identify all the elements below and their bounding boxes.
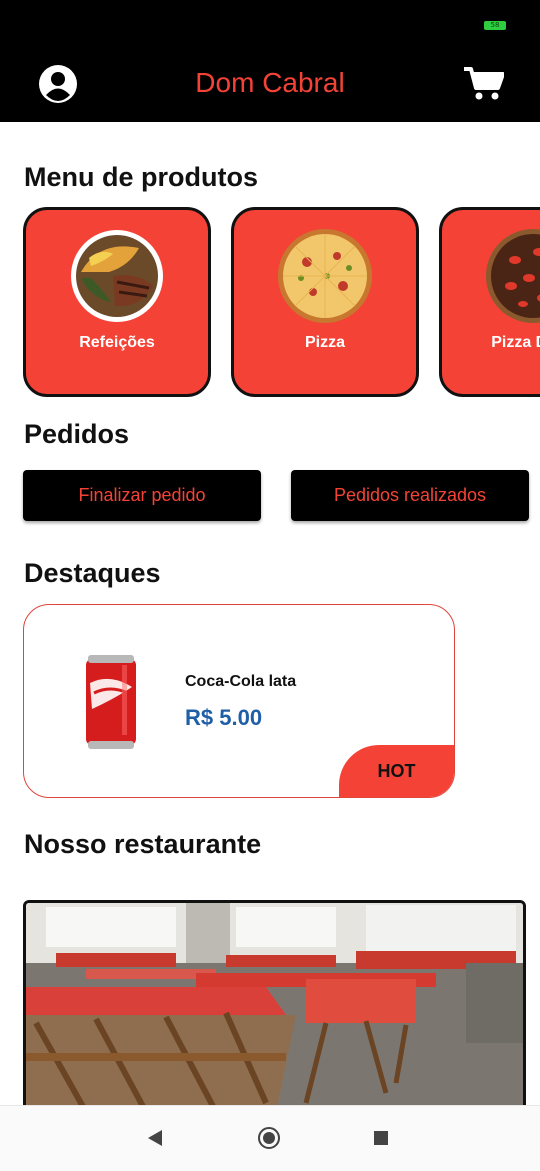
back-icon[interactable] (148, 1130, 162, 1146)
system-nav-bar (0, 1105, 540, 1171)
category-label: Refeições (79, 334, 155, 351)
restaurant-section-title: Nosso restaurante (24, 829, 262, 859)
product-price: R$ 5.00 (185, 705, 263, 730)
finish-order-button[interactable]: Finalizar pedido (23, 470, 261, 521)
orders-section-title: Pedidos (24, 419, 130, 449)
soda-can-image (86, 655, 136, 749)
highlight-product-card[interactable]: Coca-Cola lata R$ 5.00 HOT (23, 604, 455, 798)
sweet-pizza-image (486, 229, 540, 323)
category-label: Pizza (304, 334, 345, 351)
highlights-section-title: Destaques (24, 558, 161, 588)
hot-badge: HOT (339, 745, 454, 797)
recent-apps-icon[interactable] (374, 1131, 388, 1145)
restaurant-photo (23, 900, 526, 1115)
status-bar: 58 (0, 0, 540, 40)
meal-plate-image (71, 230, 163, 322)
category-card-refeicoes[interactable]: Refeições (23, 207, 211, 397)
app-bar: Dom Cabral (0, 40, 540, 122)
category-card-pizza-doce[interactable]: Pizza Doce (439, 207, 540, 397)
cart-icon[interactable] (464, 66, 504, 102)
category-carousel[interactable]: Refeições Pizza Pizza Doce (23, 207, 540, 403)
menu-section-title: Menu de produtos (24, 162, 258, 192)
battery-icon: 58 (484, 21, 506, 30)
pizza-image (278, 229, 372, 323)
product-name: Coca-Cola lata (185, 673, 297, 690)
app-title: Dom Cabral (195, 67, 345, 98)
category-card-pizza[interactable]: Pizza (231, 207, 419, 397)
placed-orders-button[interactable]: Pedidos realizados (291, 470, 529, 521)
home-icon[interactable] (258, 1127, 280, 1149)
category-label: Pizza Doce (491, 334, 540, 351)
